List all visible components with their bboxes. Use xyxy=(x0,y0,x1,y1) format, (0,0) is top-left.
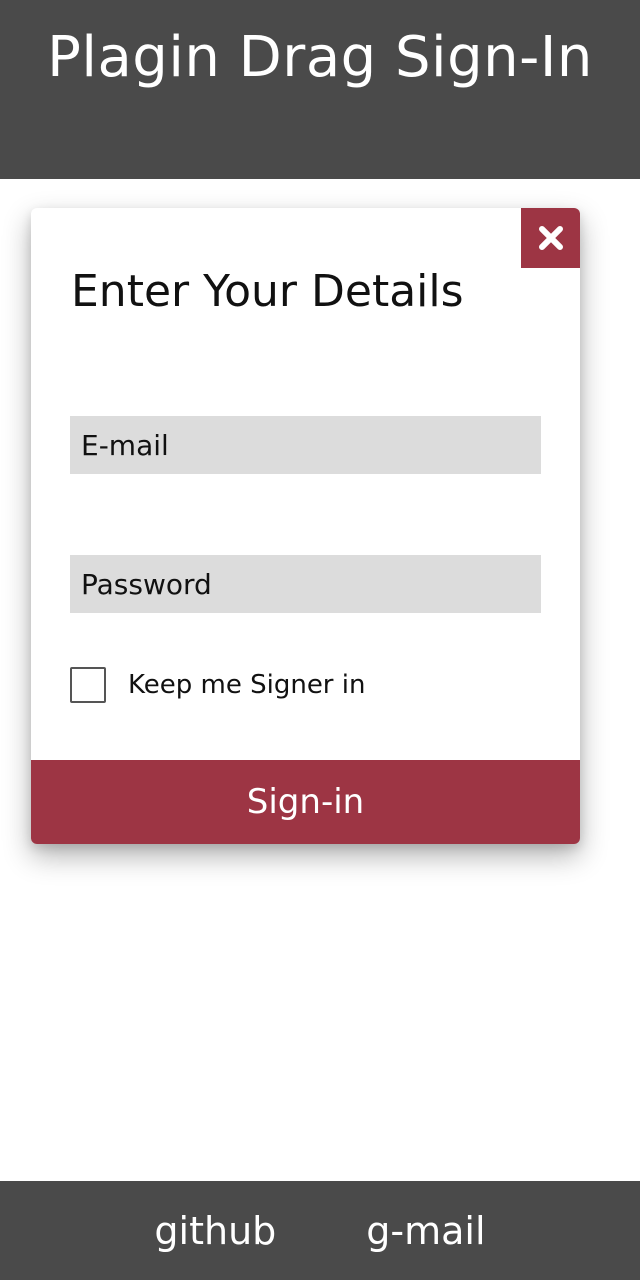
remember-me-row[interactable]: Keep me Signer in xyxy=(70,667,365,703)
close-button[interactable] xyxy=(521,208,580,268)
page-title: Plagin Drag Sign-In xyxy=(47,25,593,90)
gmail-link[interactable]: g-mail xyxy=(366,1209,485,1253)
remember-me-label: Keep me Signer in xyxy=(128,670,366,700)
page-header: Plagin Drag Sign-In xyxy=(0,0,640,179)
signin-button[interactable]: Sign-in xyxy=(31,760,580,844)
close-x-icon xyxy=(538,226,563,250)
password-input[interactable] xyxy=(70,555,541,613)
github-link[interactable]: github xyxy=(154,1209,276,1253)
signin-card[interactable]: Enter Your Details Keep me Signer in Sig… xyxy=(31,208,580,844)
remember-me-checkbox[interactable] xyxy=(70,667,106,703)
email-input[interactable] xyxy=(70,416,541,474)
card-heading: Enter Your Details xyxy=(71,266,464,317)
page-footer: github g-mail xyxy=(0,1181,640,1280)
